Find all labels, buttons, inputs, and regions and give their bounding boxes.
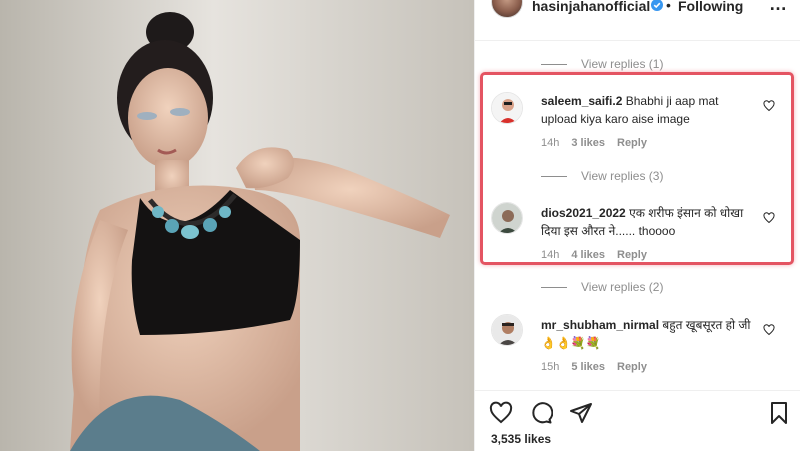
view-replies-link[interactable]: View replies (1) <box>541 56 663 72</box>
bookmark-icon[interactable] <box>767 401 791 425</box>
comment-meta: 15h 5 likes Reply <box>541 361 647 373</box>
highlight-box <box>480 72 794 265</box>
heart-small-icon[interactable] <box>763 324 775 336</box>
verified-badge-icon <box>651 0 663 11</box>
likes-count[interactable]: 3,535 likes <box>491 432 551 446</box>
photo-illustration <box>0 0 474 451</box>
commenter-avatar[interactable] <box>491 314 523 346</box>
comment-time[interactable]: 15h <box>541 361 559 373</box>
header-divider <box>475 40 800 41</box>
comment-username[interactable]: mr_shubham_nirmal <box>541 318 659 332</box>
following-button[interactable]: Following <box>678 0 743 14</box>
replies-dash <box>541 286 567 288</box>
heart-icon[interactable] <box>489 401 513 425</box>
reply-button[interactable]: Reply <box>617 361 647 373</box>
comment-text: mr_shubham_nirmal बहुत खूबसूरत हो जी👌👌💐💐 <box>541 316 751 352</box>
header-separator: • <box>666 0 671 13</box>
view-replies-label: View replies (1) <box>581 57 664 71</box>
share-icon[interactable] <box>569 401 593 425</box>
post-image[interactable] <box>0 0 474 451</box>
post-header: hasinjahanofficial • Following … <box>475 0 800 20</box>
comment-icon[interactable] <box>529 401 553 425</box>
view-replies-link[interactable]: View replies (2) <box>541 279 663 295</box>
avatar-image <box>492 315 522 345</box>
replies-dash <box>541 63 567 65</box>
view-replies-label: View replies (2) <box>581 280 664 294</box>
comment-likes[interactable]: 5 likes <box>571 361 605 373</box>
author-avatar[interactable] <box>491 0 523 18</box>
author-username[interactable]: hasinjahanofficial <box>532 0 650 14</box>
more-options-icon[interactable]: … <box>769 0 788 15</box>
actions-divider <box>475 390 800 391</box>
